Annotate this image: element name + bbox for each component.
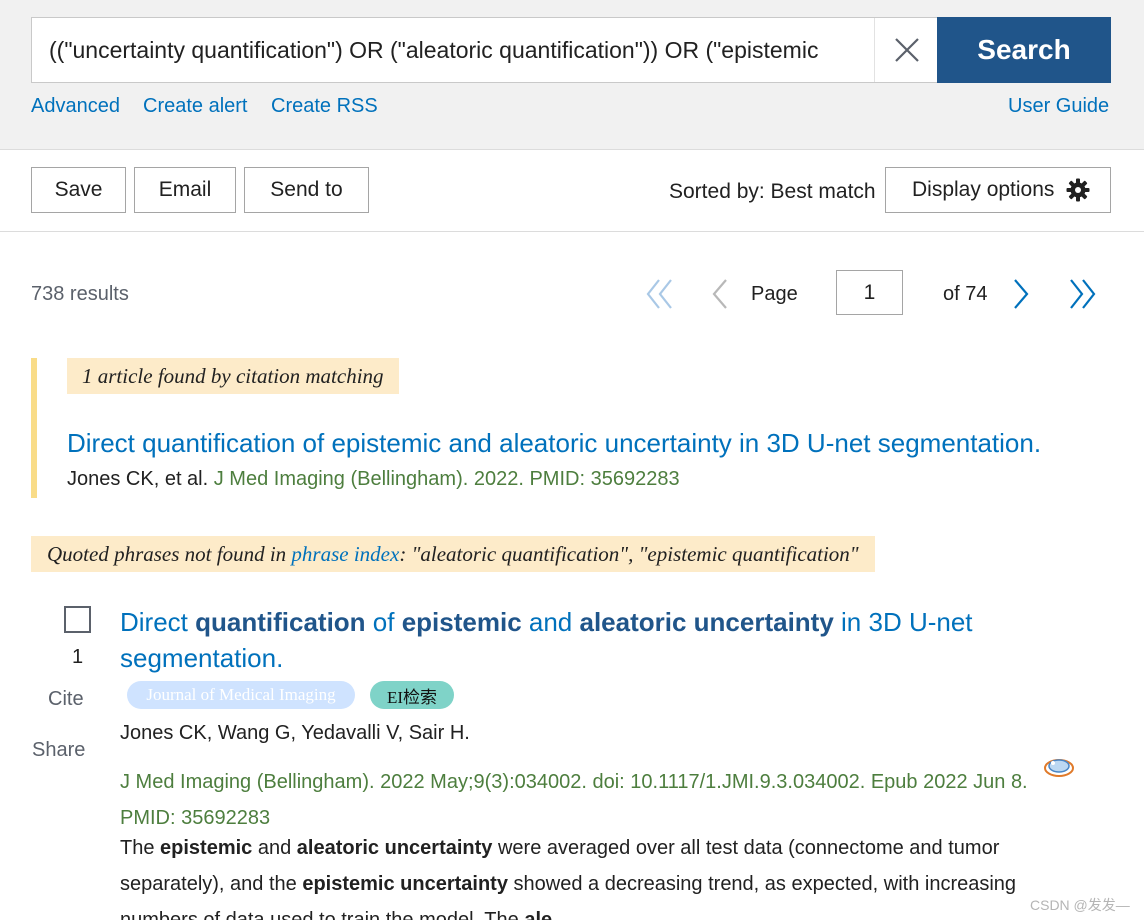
clear-search-button[interactable]	[874, 18, 938, 82]
citation-match-meta: Jones CK, et al. J Med Imaging (Bellingh…	[67, 468, 680, 491]
snippet-highlight: ale	[524, 909, 553, 920]
journal-tag: Journal of Medical Imaging	[127, 681, 355, 709]
close-icon	[894, 38, 919, 62]
email-button[interactable]: Email	[134, 167, 236, 213]
snippet-part: The	[120, 837, 161, 859]
title-part: Direct	[120, 607, 196, 637]
title-part: of	[365, 607, 402, 637]
title-highlight: epistemic	[401, 607, 522, 637]
total-pages-label: of 74	[943, 283, 988, 305]
gear-icon	[1066, 178, 1090, 202]
quoted-phrase-notice: Quoted phrases not found in phrase index…	[31, 536, 875, 572]
snippet-highlight: epistemic	[160, 837, 253, 859]
share-button[interactable]: Share	[32, 739, 85, 762]
watermark: CSDN @发发—	[1030, 897, 1130, 913]
title-part: and	[521, 607, 580, 637]
title-highlight: quantification	[195, 607, 366, 637]
create-alert-link[interactable]: Create alert	[143, 95, 248, 118]
last-page-icon[interactable]	[1067, 278, 1097, 310]
user-guide-link[interactable]: User Guide	[1008, 95, 1109, 118]
article-journal-citation: J Med Imaging (Bellingham). 2022 May;9(3…	[120, 764, 1050, 836]
citation-match-banner: 1 article found by citation matching	[67, 358, 399, 394]
results-count: 738 results	[31, 283, 129, 305]
article-title[interactable]: Direct quantification of epistemic and a…	[120, 604, 1080, 676]
result-number: 1	[72, 646, 84, 668]
results-toolbar: Save Email Send to Sorted by: Best match…	[0, 150, 1144, 232]
page-number-input[interactable]: 1	[836, 270, 903, 315]
citation-match-authors: Jones CK, et al.	[67, 468, 209, 490]
next-page-icon[interactable]	[1011, 278, 1031, 310]
save-button[interactable]: Save	[31, 167, 126, 213]
citation-match-title[interactable]: Direct quantification of epistemic and a…	[67, 428, 1041, 459]
title-highlight: aleatoric uncertainty	[579, 607, 834, 637]
article-authors: Jones CK, Wang G, Yedavalli V, Sair H.	[120, 722, 470, 744]
sort-order-label[interactable]: Sorted by: Best match	[669, 180, 876, 204]
snippet-highlight: aleatoric uncertainty	[296, 837, 493, 859]
display-options-button[interactable]: Display options	[885, 167, 1111, 213]
page-label: Page	[751, 283, 798, 305]
quoted-notice-suffix: : "aleatoric quantification", "epistemic…	[399, 541, 859, 566]
search-band: (("uncertainty quantification") OR ("ale…	[0, 0, 1144, 150]
snippet-part: and	[252, 837, 297, 859]
article-snippet: The epistemic and aleatoric uncertainty …	[120, 830, 1080, 920]
cite-button[interactable]: Cite	[48, 688, 84, 711]
search-button[interactable]: Search	[937, 17, 1111, 83]
result-select-checkbox[interactable]	[64, 606, 91, 633]
snippet-highlight: epistemic uncertainty	[302, 873, 508, 895]
search-input[interactable]: (("uncertainty quantification") OR ("ale…	[31, 17, 937, 83]
citation-match-box: 1 article found by citation matching Dir…	[31, 358, 1111, 498]
full-text-link-icon[interactable]	[1043, 754, 1075, 780]
search-query-text[interactable]: (("uncertainty quantification") OR ("ale…	[49, 37, 861, 64]
advanced-link[interactable]: Advanced	[31, 95, 120, 118]
journal-line: J Med Imaging (Bellingham). 2022 May;9(3…	[120, 771, 1028, 793]
first-page-icon[interactable]	[645, 278, 675, 310]
create-rss-link[interactable]: Create RSS	[271, 95, 378, 118]
quoted-notice-prefix: Quoted phrases not found in	[47, 541, 292, 566]
phrase-index-link[interactable]: phrase index	[291, 542, 399, 567]
ei-index-tag: EI检索	[370, 681, 454, 709]
send-to-button[interactable]: Send to	[244, 167, 369, 213]
previous-page-icon[interactable]	[710, 278, 730, 310]
display-options-label: Display options	[912, 178, 1055, 201]
citation-match-journal: J Med Imaging (Bellingham). 2022. PMID: …	[213, 468, 680, 490]
